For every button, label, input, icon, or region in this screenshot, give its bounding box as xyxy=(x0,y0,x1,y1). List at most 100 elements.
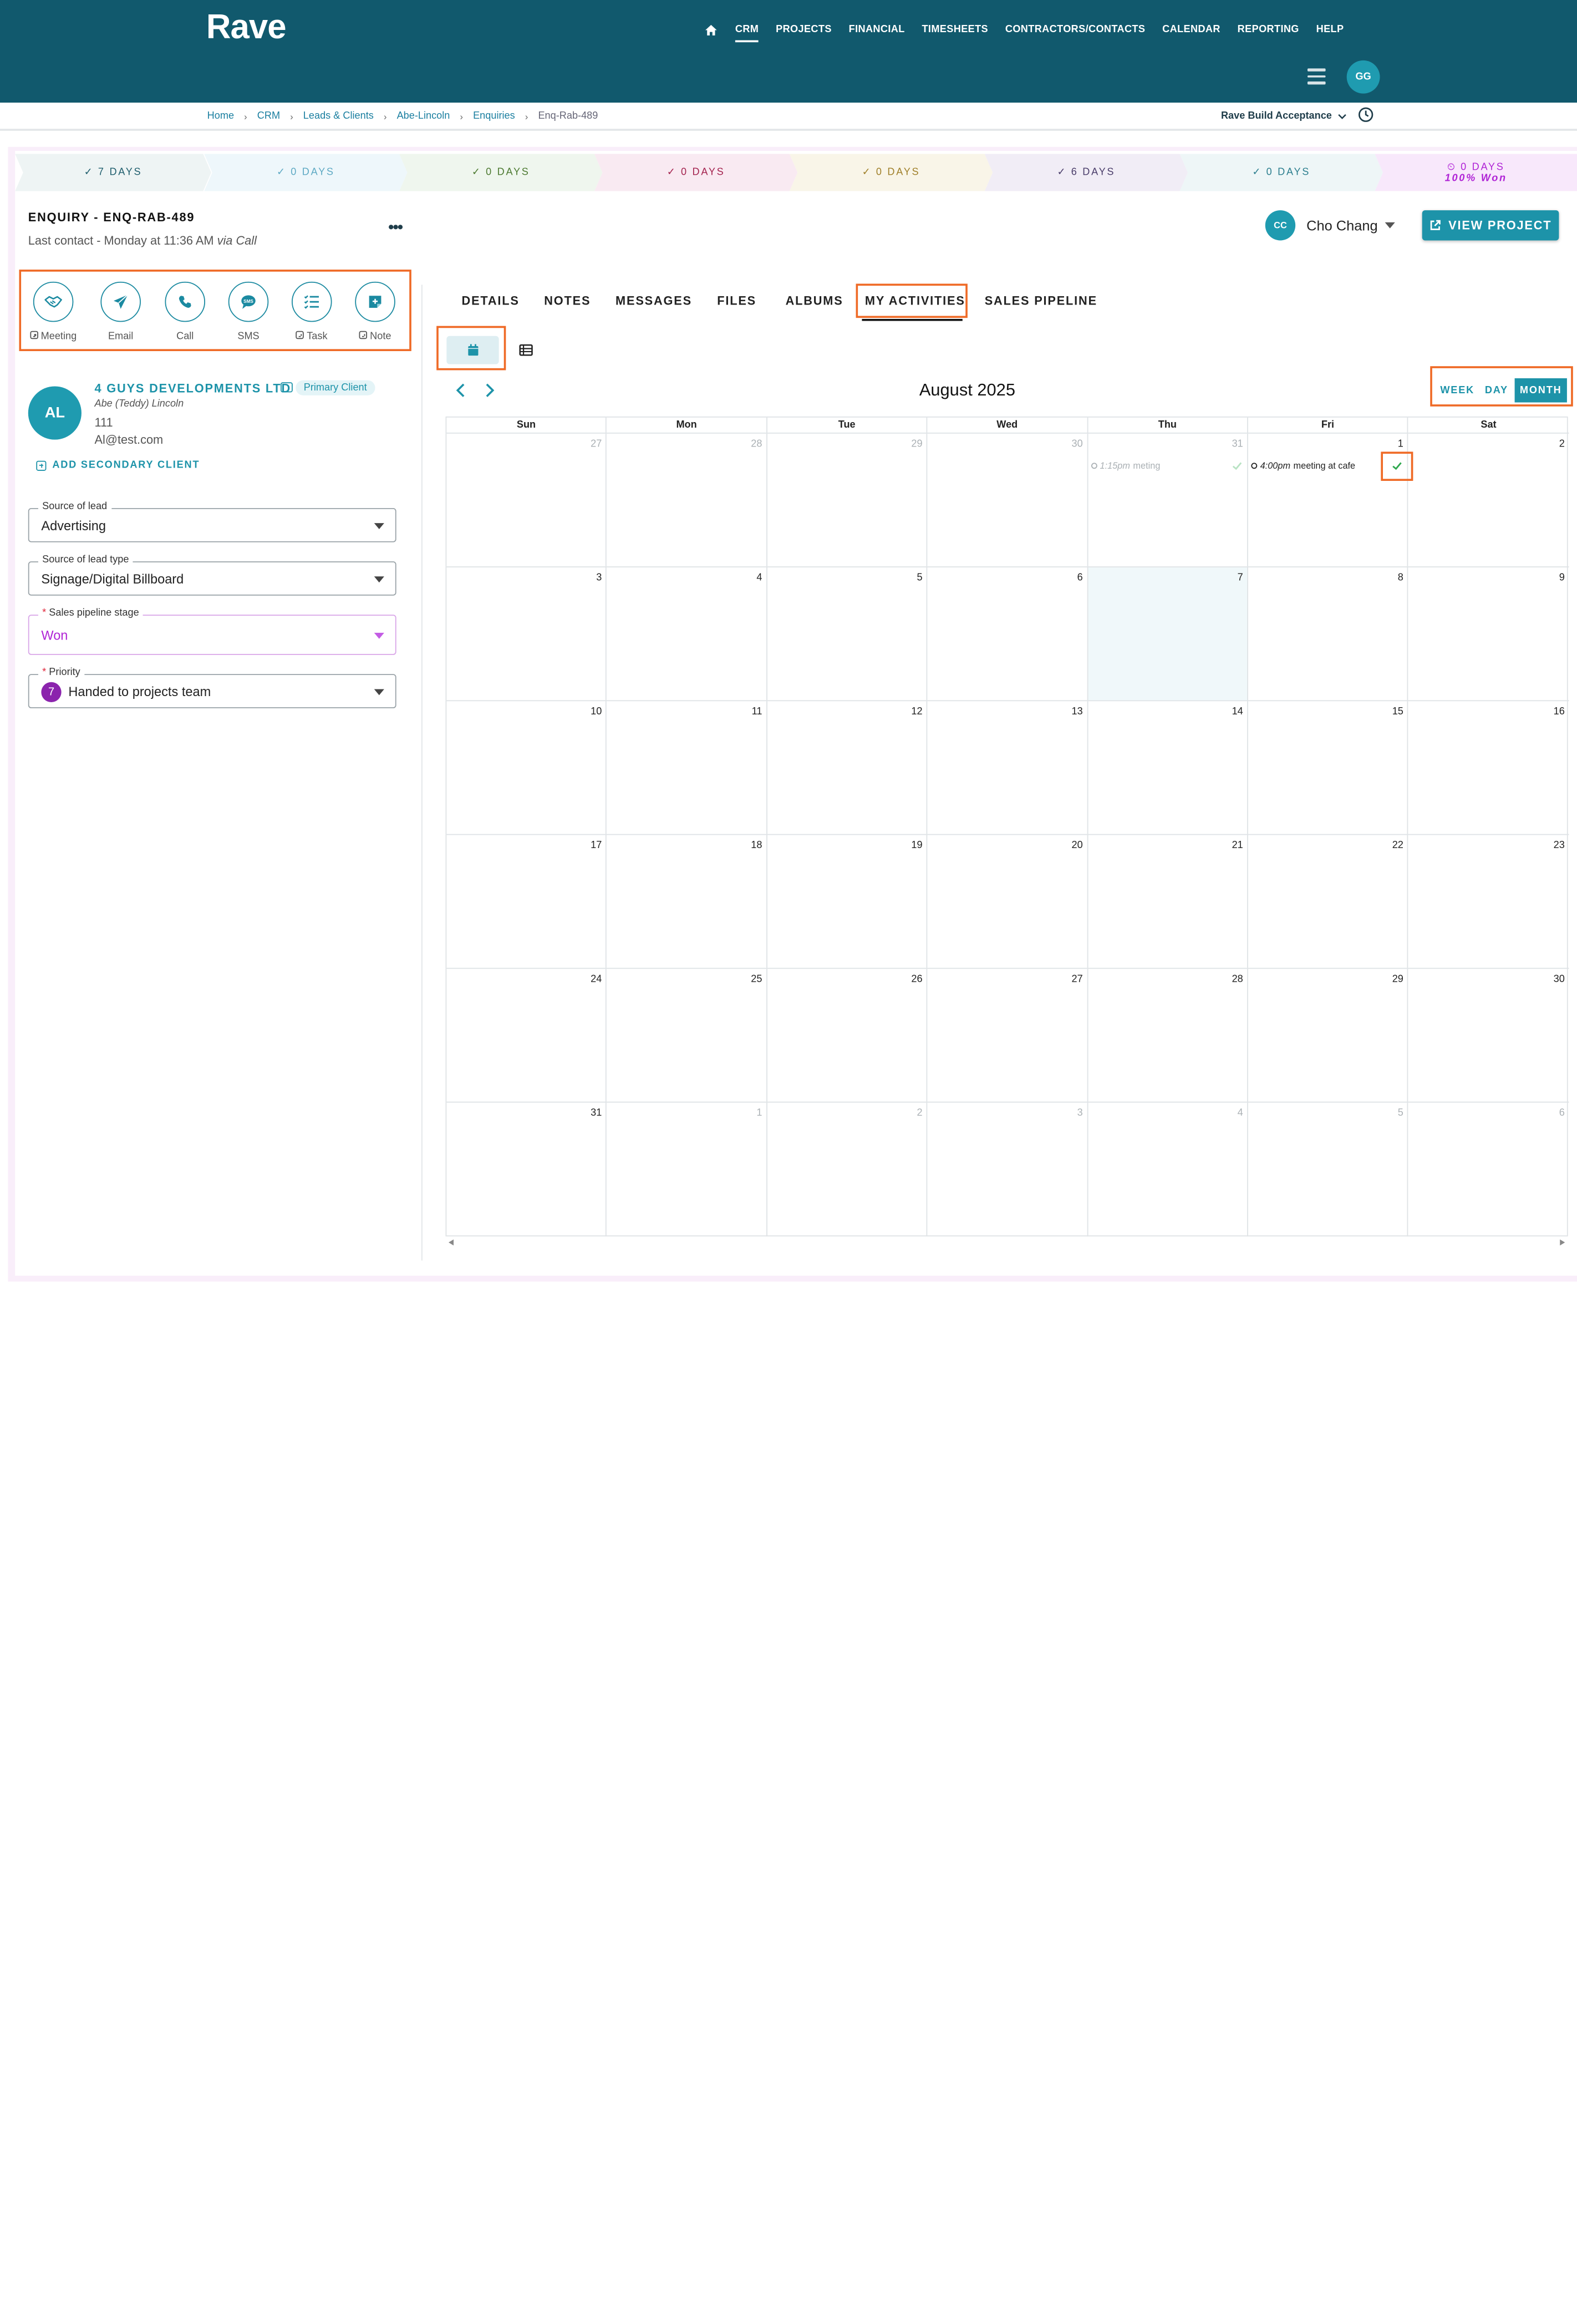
range-month-button[interactable]: MONTH xyxy=(1514,378,1567,403)
breadcrumb-leads-clients[interactable]: Leads & Clients xyxy=(303,111,374,122)
action-sms[interactable]: SMS SMS xyxy=(223,281,274,342)
calendar-day-today[interactable]: 7 xyxy=(1087,567,1248,701)
tab-sales-pipeline[interactable]: SALES PIPELINE xyxy=(985,294,1097,308)
day-number[interactable]: 16 xyxy=(1554,706,1565,717)
action-call[interactable]: Call xyxy=(160,281,210,342)
breadcrumb-enquiries[interactable]: Enquiries xyxy=(473,111,515,122)
nav-reporting[interactable]: REPORTING xyxy=(1238,22,1299,37)
day-number[interactable]: 29 xyxy=(911,439,922,450)
day-number[interactable]: 15 xyxy=(1392,706,1403,717)
horizontal-scrollbar[interactable] xyxy=(446,1237,1568,1247)
day-number[interactable]: 14 xyxy=(1232,706,1243,717)
range-day-button[interactable]: DAY xyxy=(1478,378,1514,403)
day-number[interactable]: 10 xyxy=(591,706,602,717)
calendar-day[interactable]: 29 xyxy=(1248,968,1408,1102)
complete-check-icon[interactable] xyxy=(1231,460,1243,472)
action-email[interactable]: Email xyxy=(95,281,146,342)
day-number[interactable]: 1 xyxy=(756,1108,762,1119)
calendar-day[interactable]: 21 xyxy=(1088,835,1248,968)
calendar-day[interactable]: 11 xyxy=(607,701,767,834)
breadcrumb-home[interactable]: Home xyxy=(207,111,234,122)
calendar-day[interactable]: 6 xyxy=(928,567,1088,701)
home-icon[interactable] xyxy=(704,23,718,37)
day-number[interactable]: 2 xyxy=(917,1108,922,1119)
org-selector[interactable]: Rave Build Acceptance xyxy=(1221,111,1347,121)
stage-step-7[interactable]: ✓ 0 DAYS xyxy=(1180,154,1383,191)
day-number[interactable]: 17 xyxy=(591,840,602,851)
calendar-day[interactable]: 31 xyxy=(446,1102,607,1237)
calendar-day[interactable]: 4 xyxy=(607,567,767,701)
sales-pipeline-stage-select[interactable]: * Sales pipeline stage Won xyxy=(28,607,396,655)
day-number[interactable]: 3 xyxy=(596,572,602,583)
client-company-link[interactable]: 4 GUYS DEVELOPMENTS LTD xyxy=(94,381,291,395)
tab-albums[interactable]: ALBUMS xyxy=(786,294,843,308)
calendar-day[interactable]: 22 xyxy=(1248,835,1408,968)
day-number[interactable]: 21 xyxy=(1232,840,1243,851)
day-number[interactable]: 4 xyxy=(1238,1108,1243,1119)
calendar-event[interactable]: 1:15pm meting xyxy=(1091,460,1243,472)
calendar-view-button[interactable] xyxy=(446,336,499,364)
day-number[interactable]: 6 xyxy=(1077,572,1083,583)
nav-projects[interactable]: PROJECTS xyxy=(776,22,832,37)
stage-step-1[interactable]: ✓ 7 DAYS xyxy=(15,154,211,191)
day-number[interactable]: 5 xyxy=(1398,1108,1403,1119)
calendar-day[interactable]: 9 xyxy=(1408,567,1569,700)
list-view-icon[interactable] xyxy=(519,343,533,357)
calendar-day[interactable]: 18 xyxy=(607,835,767,968)
day-number[interactable]: 20 xyxy=(1071,840,1082,851)
nav-help[interactable]: HELP xyxy=(1316,22,1344,37)
nav-timesheets[interactable]: TIMESHEETS xyxy=(922,22,988,37)
rave-logo[interactable]: Rave xyxy=(206,8,287,48)
day-number[interactable]: 25 xyxy=(751,974,762,985)
breadcrumb-client[interactable]: Abe-Lincoln xyxy=(397,111,450,122)
source-of-lead-select[interactable]: Source of lead Advertising xyxy=(28,501,396,542)
calendar-day[interactable]: 30 xyxy=(1408,969,1569,1102)
day-number[interactable]: 26 xyxy=(911,974,922,985)
stage-step-2[interactable]: ✓ 0 DAYS xyxy=(204,154,407,191)
previous-month-icon[interactable] xyxy=(454,382,467,398)
priority-select[interactable]: * Priority 7 Handed to projects team xyxy=(28,667,396,708)
more-options-icon[interactable]: ••• xyxy=(388,219,403,237)
calendar-day[interactable]: 8 xyxy=(1248,567,1408,701)
tab-notes[interactable]: NOTES xyxy=(544,294,591,308)
calendar-day[interactable]: 29 xyxy=(767,433,928,567)
day-number[interactable]: 11 xyxy=(752,706,762,717)
nav-contractors-contacts[interactable]: CONTRACTORS/CONTACTS xyxy=(1005,22,1145,37)
day-number[interactable]: 28 xyxy=(751,439,762,450)
calendar-day[interactable]: 2 xyxy=(1408,434,1569,566)
caret-down-icon[interactable] xyxy=(1385,222,1395,229)
calendar-day[interactable]: 15 xyxy=(1248,701,1408,834)
assignee-avatar[interactable]: CC xyxy=(1265,210,1296,241)
add-secondary-client-button[interactable]: ADD SECONDARY CLIENT xyxy=(36,460,200,471)
stage-step-5[interactable]: ✓ 0 DAYS xyxy=(790,154,993,191)
action-task[interactable]: Task xyxy=(287,281,337,342)
day-number[interactable]: 18 xyxy=(751,840,762,851)
calendar-day[interactable]: 17 xyxy=(446,835,607,968)
day-number[interactable]: 9 xyxy=(1559,572,1565,583)
calendar-day[interactable]: 16 xyxy=(1408,701,1569,834)
calendar-day[interactable]: 27 xyxy=(928,968,1088,1102)
day-number[interactable]: 28 xyxy=(1232,974,1243,985)
next-month-icon[interactable] xyxy=(483,382,497,398)
day-number[interactable]: 23 xyxy=(1554,840,1565,851)
day-number[interactable]: 8 xyxy=(1398,572,1403,583)
tab-details[interactable]: DETAILS xyxy=(462,294,520,308)
calendar-day[interactable]: 6 xyxy=(1408,1103,1569,1236)
stage-step-won[interactable]: ⏲ 0 DAYS 100% Won xyxy=(1375,154,1577,191)
assignee-name[interactable]: Cho Chang xyxy=(1306,217,1377,234)
calendar-day[interactable]: 12 xyxy=(767,701,928,834)
tab-files[interactable]: FILES xyxy=(717,294,756,308)
stage-step-3[interactable]: ✓ 0 DAYS xyxy=(399,154,602,191)
day-number[interactable]: 13 xyxy=(1071,706,1082,717)
calendar-day[interactable]: 13 xyxy=(928,701,1088,834)
calendar-day[interactable]: 24 xyxy=(446,968,607,1102)
calendar-day[interactable]: 3 xyxy=(446,567,607,701)
day-number[interactable]: 3 xyxy=(1077,1108,1083,1119)
day-number[interactable]: 4 xyxy=(756,572,762,583)
day-number[interactable]: 29 xyxy=(1392,974,1403,985)
calendar-day[interactable]: 3 xyxy=(928,1102,1088,1237)
day-number[interactable]: 27 xyxy=(591,439,602,450)
calendar-day[interactable]: 5 xyxy=(1248,1102,1408,1237)
calendar-day[interactable]: 23 xyxy=(1408,835,1569,967)
calendar-day[interactable]: 19 xyxy=(767,835,928,968)
